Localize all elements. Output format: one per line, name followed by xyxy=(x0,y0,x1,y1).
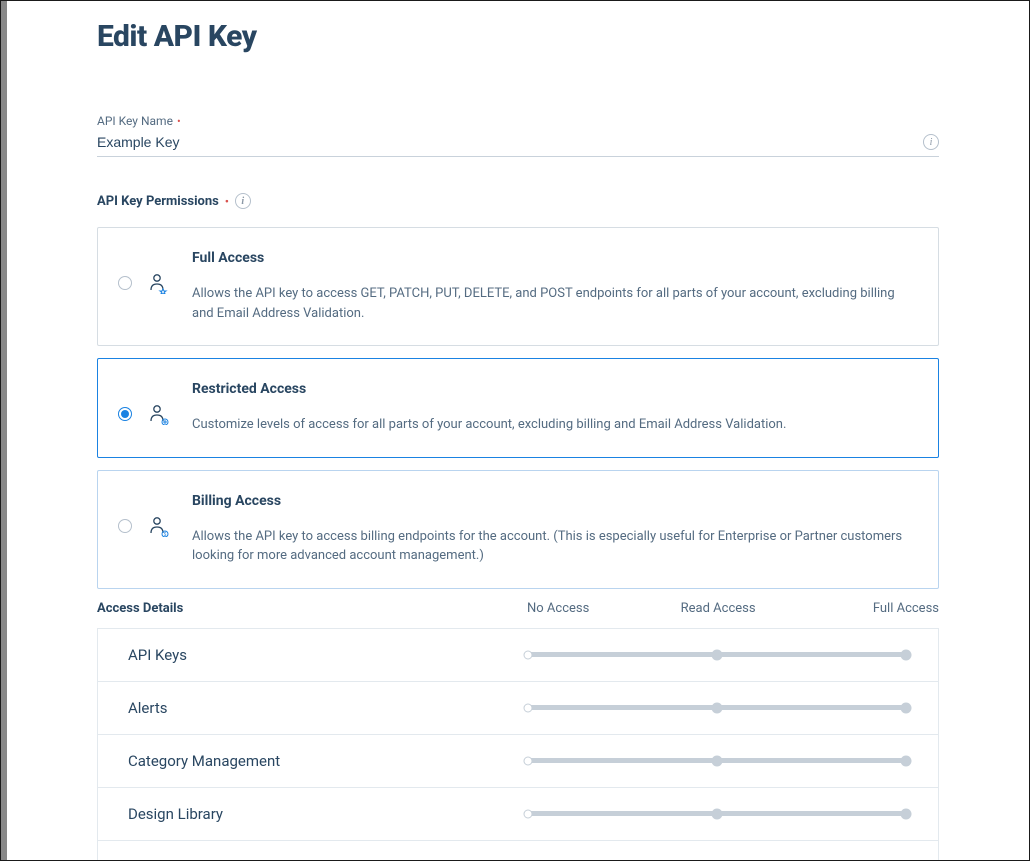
permission-icon xyxy=(148,272,170,294)
api-key-name-label: API Key Name • xyxy=(97,114,939,128)
permission-title: Billing Access xyxy=(192,493,914,509)
info-icon[interactable]: i xyxy=(923,134,939,150)
permission-desc: Customize levels of access for all parts… xyxy=(192,415,914,435)
permissions-section-label: API Key Permissions • i xyxy=(97,193,939,209)
permissions-label-text: API Key Permissions xyxy=(97,194,219,209)
access-details-title: Access Details xyxy=(97,601,527,616)
permission-title: Full Access xyxy=(192,250,914,266)
access-row: Design Library xyxy=(98,788,938,841)
access-row-label: API Keys xyxy=(128,646,528,664)
radio[interactable] xyxy=(118,407,132,421)
permission-icon: $ xyxy=(148,515,170,537)
permission-icon xyxy=(148,403,170,425)
access-slider[interactable] xyxy=(528,652,906,657)
radio[interactable] xyxy=(118,519,132,533)
api-key-name-input[interactable] xyxy=(97,134,923,150)
col-read-access: Read Access xyxy=(681,601,835,616)
permission-option[interactable]: Restricted Access Customize levels of ac… xyxy=(97,358,939,458)
access-row-label: Category Management xyxy=(128,752,528,770)
info-icon[interactable]: i xyxy=(235,193,251,209)
permission-desc: Allows the API key to access GET, PATCH,… xyxy=(192,284,914,323)
col-full-access: Full Access xyxy=(834,601,939,616)
col-no-access: No Access xyxy=(527,601,681,616)
permission-option[interactable]: Full Access Allows the API key to access… xyxy=(97,227,939,346)
access-row: Category Management xyxy=(98,735,938,788)
page-title: Edit API Key xyxy=(97,19,939,54)
access-slider[interactable] xyxy=(528,758,906,763)
access-row-label: Email Activity xyxy=(128,858,528,861)
edit-api-key-panel: Edit API Key API Key Name • i API Key Pe… xyxy=(7,1,1029,860)
access-slider[interactable] xyxy=(528,811,906,816)
access-slider[interactable] xyxy=(528,705,906,710)
permission-desc: Allows the API key to access billing end… xyxy=(192,527,914,566)
api-key-name-label-text: API Key Name xyxy=(97,114,173,128)
radio[interactable] xyxy=(118,276,132,290)
permission-option[interactable]: $ Billing Access Allows the API key to a… xyxy=(97,470,939,589)
required-indicator: • xyxy=(177,116,181,127)
required-indicator: • xyxy=(225,196,229,207)
api-key-name-row: i xyxy=(97,132,939,157)
access-row-label: Design Library xyxy=(128,805,528,823)
access-row-label: Alerts xyxy=(128,699,528,717)
svg-text:$: $ xyxy=(164,531,167,537)
access-row: Alerts xyxy=(98,682,938,735)
permission-title: Restricted Access xyxy=(192,381,914,397)
access-details-header: Access Details No Access Read Access Ful… xyxy=(97,601,939,616)
permission-options: Full Access Allows the API key to access… xyxy=(97,227,939,589)
access-row: API Keys xyxy=(98,629,938,682)
access-rows: API Keys Alerts Category Management Desi… xyxy=(97,628,939,861)
access-row: Email Activity xyxy=(98,841,938,861)
